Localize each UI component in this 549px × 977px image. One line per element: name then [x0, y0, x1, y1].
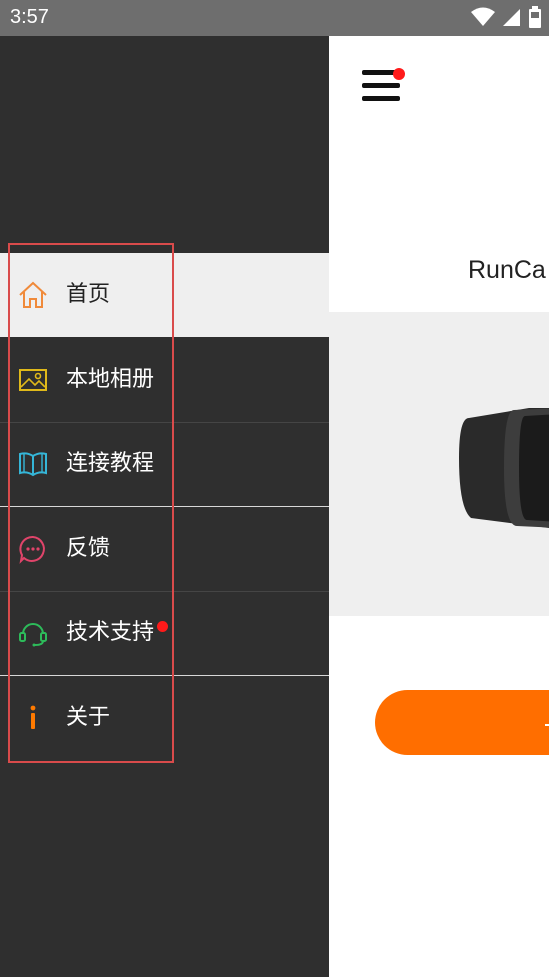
navigation-drawer: 首页 本地相册 连接教程 反馈 技术支持 关于	[0, 36, 329, 977]
highlight-box	[8, 243, 174, 763]
battery-icon	[529, 6, 541, 28]
product-image-panel[interactable]	[329, 312, 549, 616]
status-bar: 3:57	[0, 0, 549, 36]
main-content: RunCa	[329, 36, 549, 977]
wifi-icon	[471, 7, 495, 26]
signal-icon	[503, 9, 520, 26]
status-time: 3:57	[10, 6, 49, 28]
device-title: RunCa	[468, 256, 546, 284]
primary-action-button[interactable]	[375, 690, 549, 755]
camera-image	[459, 408, 549, 528]
menu-notification-dot	[393, 68, 405, 80]
